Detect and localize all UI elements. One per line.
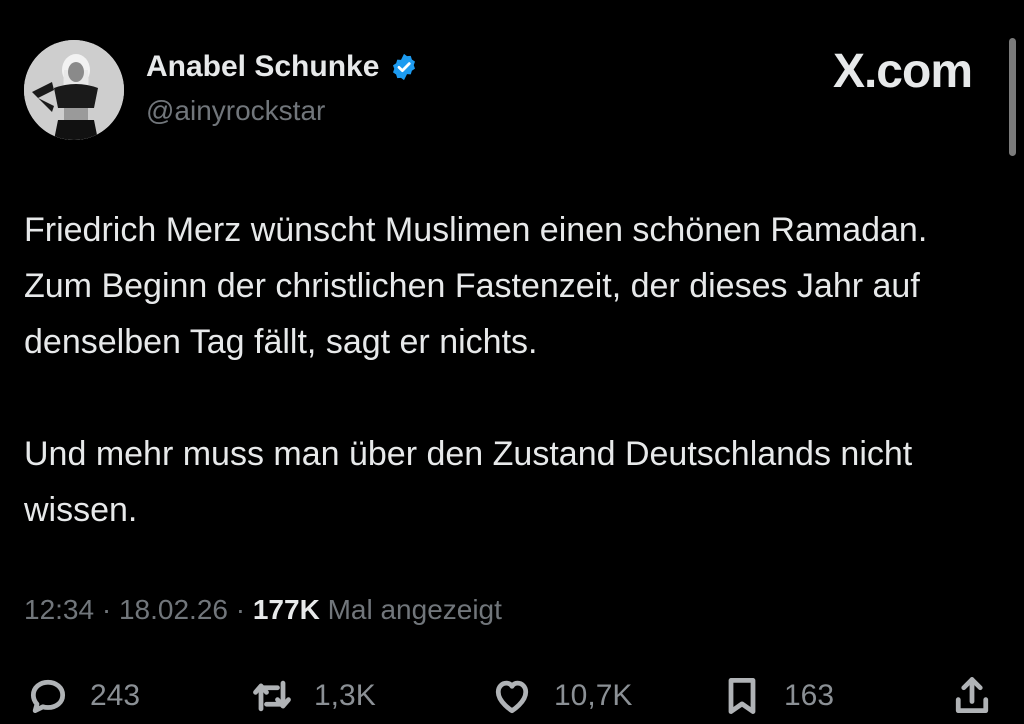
brand-logo: X.com <box>832 45 973 98</box>
tweet-time[interactable]: 12:34 <box>24 594 94 625</box>
views-count: 177K <box>252 594 320 625</box>
repost-count: 1,3K <box>314 679 376 712</box>
verified-badge-icon <box>393 53 416 81</box>
bookmark-icon <box>728 678 756 714</box>
reply-button[interactable]: 243 <box>26 674 140 718</box>
tweet-paragraph: Und mehr muss man über den Zustand Deuts… <box>24 435 913 529</box>
author-name[interactable]: Anabel Schunke <box>146 50 419 84</box>
bookmark-count: 163 <box>784 679 835 712</box>
tweet-date[interactable]: 18.02.26 <box>119 594 228 625</box>
repost-button[interactable]: 1,3K <box>250 674 376 718</box>
tweet-text: Friedrich Merz wünscht Muslimen einen sc… <box>24 202 984 538</box>
author-handle[interactable]: @ainyrockstar <box>146 95 325 127</box>
views-label: Mal angezeigt <box>327 594 502 625</box>
meta-separator: · <box>94 594 119 625</box>
profile-photo-icon <box>24 40 124 140</box>
like-button[interactable]: 10,7K <box>490 674 632 718</box>
share-button[interactable] <box>950 674 994 718</box>
meta-separator: · <box>227 594 253 625</box>
reply-count: 243 <box>90 679 141 712</box>
bookmark-button[interactable]: 163 <box>720 674 834 718</box>
tweet-meta: 12:34 · 18.02.26 · 177K Mal angezeigt <box>24 594 502 626</box>
tweet: Anabel Schunke @ainyrockstar X.com Fried… <box>0 0 1024 724</box>
author-name-text[interactable]: Anabel Schunke <box>146 50 379 84</box>
share-icon <box>955 677 989 714</box>
heart-icon <box>495 680 529 714</box>
like-count: 10,7K <box>554 679 633 712</box>
avatar[interactable] <box>24 40 124 140</box>
scrollbar[interactable] <box>1009 38 1016 156</box>
repost-icon <box>253 680 291 712</box>
tweet-paragraph: Friedrich Merz wünscht Muslimen einen sc… <box>24 211 928 361</box>
reply-icon <box>30 679 66 714</box>
action-bar: 243 1,3K 10,7K 163 <box>0 664 1024 724</box>
